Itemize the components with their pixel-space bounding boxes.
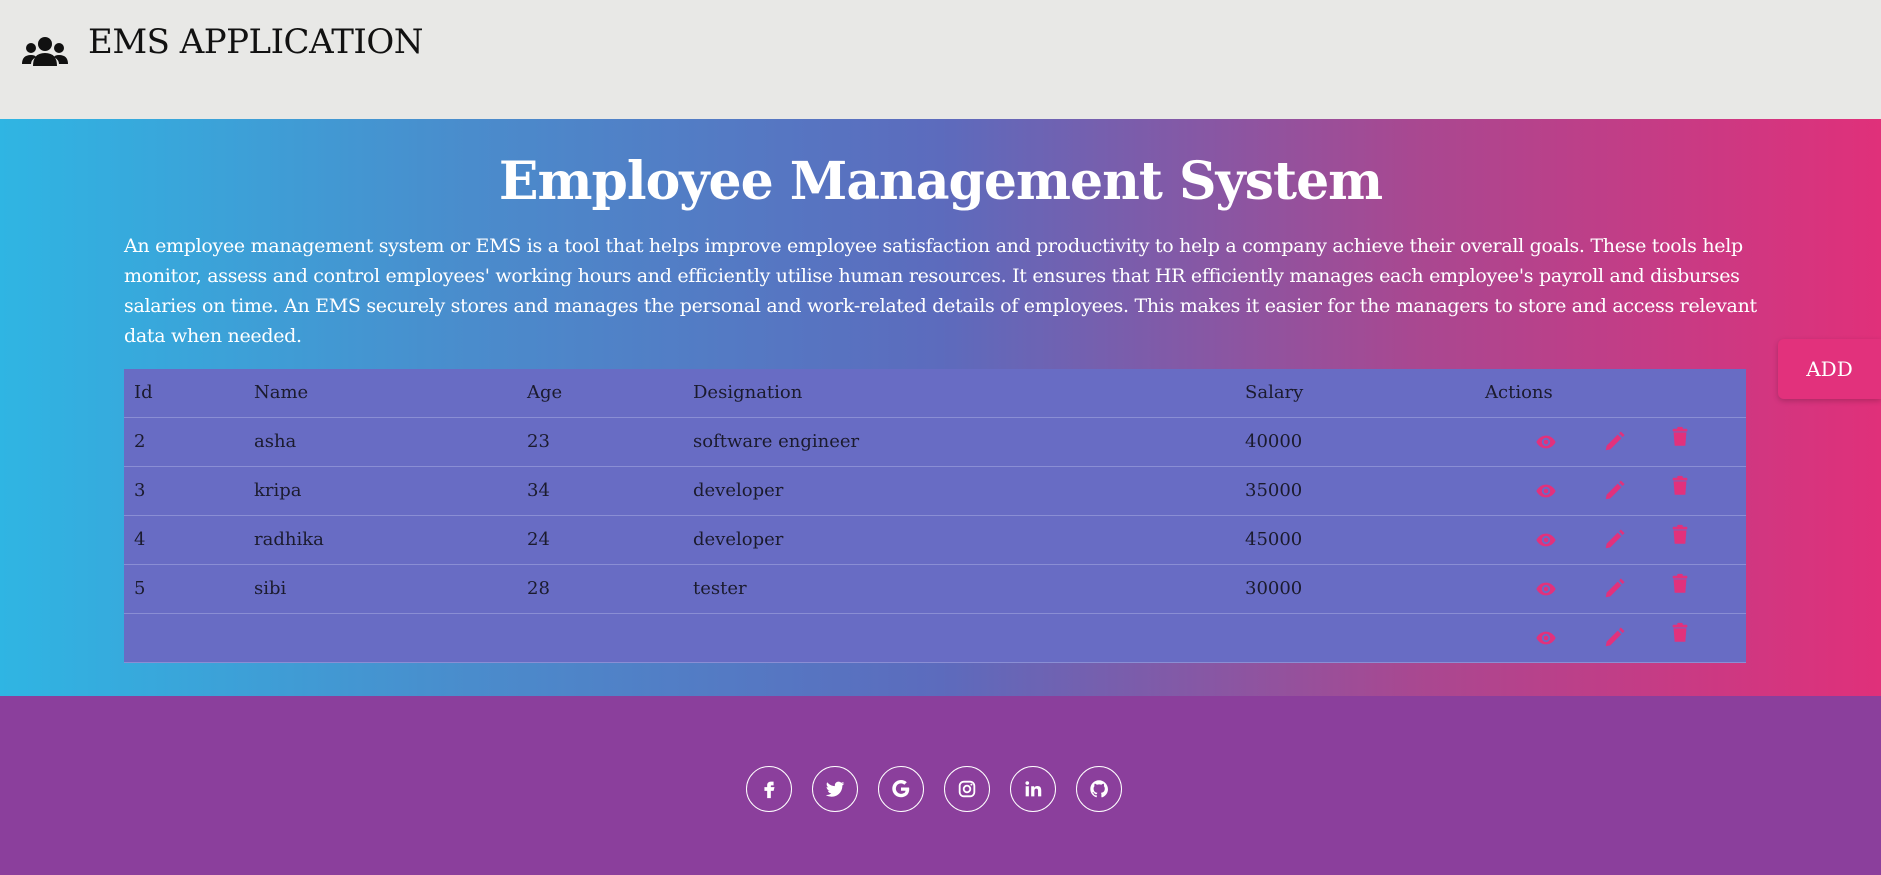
cell-salary: 35000 bbox=[1245, 480, 1303, 501]
cell-name bbox=[244, 613, 517, 662]
pencil-icon bbox=[1603, 528, 1625, 556]
edit-button[interactable] bbox=[1603, 577, 1625, 600]
cell-actions bbox=[1475, 515, 1746, 564]
app-title[interactable]: EMS APPLICATION bbox=[88, 22, 424, 62]
twitter-icon bbox=[825, 781, 845, 797]
linkedin-icon bbox=[1025, 781, 1042, 797]
github-link[interactable] bbox=[1076, 766, 1122, 812]
trash-icon bbox=[1669, 573, 1691, 600]
header-actions: Actions bbox=[1485, 382, 1553, 404]
cell-age: 23 bbox=[527, 431, 550, 452]
cell-designation: developer bbox=[693, 529, 784, 550]
header-id: Id bbox=[134, 382, 153, 404]
delete-button[interactable] bbox=[1669, 475, 1691, 497]
cell-age bbox=[517, 613, 683, 662]
page-description: An employee management system or EMS is … bbox=[124, 235, 1757, 347]
trash-icon bbox=[1669, 622, 1691, 649]
cell-designation: software engineer bbox=[693, 431, 860, 452]
cell-id: 4 bbox=[134, 529, 146, 550]
cell-salary: 30000 bbox=[1245, 578, 1303, 599]
table-row bbox=[124, 613, 1746, 662]
trash-icon bbox=[1669, 524, 1691, 551]
eye-icon bbox=[1535, 484, 1557, 507]
table-row: 4 radhika 24 developer 45000 bbox=[124, 515, 1746, 564]
facebook-icon bbox=[764, 781, 775, 799]
table-row: 3 kripa 34 developer 35000 bbox=[124, 466, 1746, 515]
cell-id: 3 bbox=[134, 480, 146, 501]
pencil-icon bbox=[1603, 430, 1625, 458]
instagram-link[interactable] bbox=[944, 766, 990, 812]
pencil-icon bbox=[1603, 626, 1625, 654]
trash-icon bbox=[1669, 426, 1691, 453]
cell-designation: tester bbox=[693, 578, 747, 599]
eye-icon bbox=[1535, 435, 1557, 458]
view-button[interactable] bbox=[1535, 529, 1557, 551]
google-link[interactable] bbox=[878, 766, 924, 812]
cell-name: sibi bbox=[254, 578, 287, 599]
view-button[interactable] bbox=[1535, 627, 1557, 649]
add-button[interactable]: ADD bbox=[1778, 339, 1881, 399]
cell-actions bbox=[1475, 466, 1746, 515]
header-age: Age bbox=[527, 382, 563, 404]
cell-salary: 45000 bbox=[1245, 529, 1303, 550]
pencil-icon bbox=[1603, 479, 1625, 507]
view-button[interactable] bbox=[1535, 578, 1557, 600]
cell-age: 24 bbox=[527, 529, 550, 550]
header-salary: Salary bbox=[1245, 382, 1304, 404]
eye-icon bbox=[1535, 631, 1557, 654]
employee-table: Id Name Age Designation Salary Actions 2… bbox=[124, 369, 1746, 663]
header-name: Name bbox=[254, 382, 309, 404]
social-links bbox=[746, 766, 1122, 812]
linkedin-link[interactable] bbox=[1010, 766, 1056, 812]
cell-id bbox=[124, 613, 244, 662]
cell-id: 2 bbox=[134, 431, 146, 452]
table-header-row: Id Name Age Designation Salary Actions bbox=[124, 369, 1746, 417]
header-designation: Designation bbox=[693, 382, 803, 404]
cell-salary: 40000 bbox=[1245, 431, 1303, 452]
cell-age: 28 bbox=[527, 578, 550, 599]
table-row: 5 sibi 28 tester 30000 bbox=[124, 564, 1746, 613]
view-button[interactable] bbox=[1535, 480, 1557, 502]
edit-button[interactable] bbox=[1603, 430, 1625, 453]
facebook-link[interactable] bbox=[746, 766, 792, 812]
cell-name: kripa bbox=[254, 480, 302, 501]
cell-designation: developer bbox=[693, 480, 784, 501]
twitter-link[interactable] bbox=[812, 766, 858, 812]
cell-actions bbox=[1475, 613, 1746, 662]
delete-button[interactable] bbox=[1669, 524, 1691, 546]
table-row: 2 asha 23 software engineer 40000 bbox=[124, 417, 1746, 466]
delete-button[interactable] bbox=[1669, 622, 1691, 644]
cell-name: radhika bbox=[254, 529, 324, 550]
github-icon bbox=[1090, 780, 1108, 798]
eye-icon bbox=[1535, 582, 1557, 605]
view-button[interactable] bbox=[1535, 431, 1557, 453]
cell-actions bbox=[1475, 417, 1746, 466]
edit-button[interactable] bbox=[1603, 479, 1625, 502]
trash-icon bbox=[1669, 475, 1691, 502]
page-title: Employee Management System bbox=[498, 151, 1383, 212]
users-icon bbox=[22, 34, 68, 74]
cell-salary bbox=[1235, 613, 1475, 662]
cell-age: 34 bbox=[527, 480, 550, 501]
delete-button[interactable] bbox=[1669, 573, 1691, 595]
instagram-icon bbox=[958, 780, 976, 798]
navbar: EMS APPLICATION bbox=[0, 0, 1881, 119]
footer bbox=[0, 696, 1881, 875]
cell-name: asha bbox=[254, 431, 297, 452]
google-icon bbox=[892, 780, 910, 798]
delete-button[interactable] bbox=[1669, 426, 1691, 448]
edit-button[interactable] bbox=[1603, 626, 1625, 649]
pencil-icon bbox=[1603, 577, 1625, 605]
edit-button[interactable] bbox=[1603, 528, 1625, 551]
cell-id: 5 bbox=[134, 578, 146, 599]
cell-designation bbox=[683, 613, 1235, 662]
cell-actions bbox=[1475, 564, 1746, 613]
eye-icon bbox=[1535, 533, 1557, 556]
